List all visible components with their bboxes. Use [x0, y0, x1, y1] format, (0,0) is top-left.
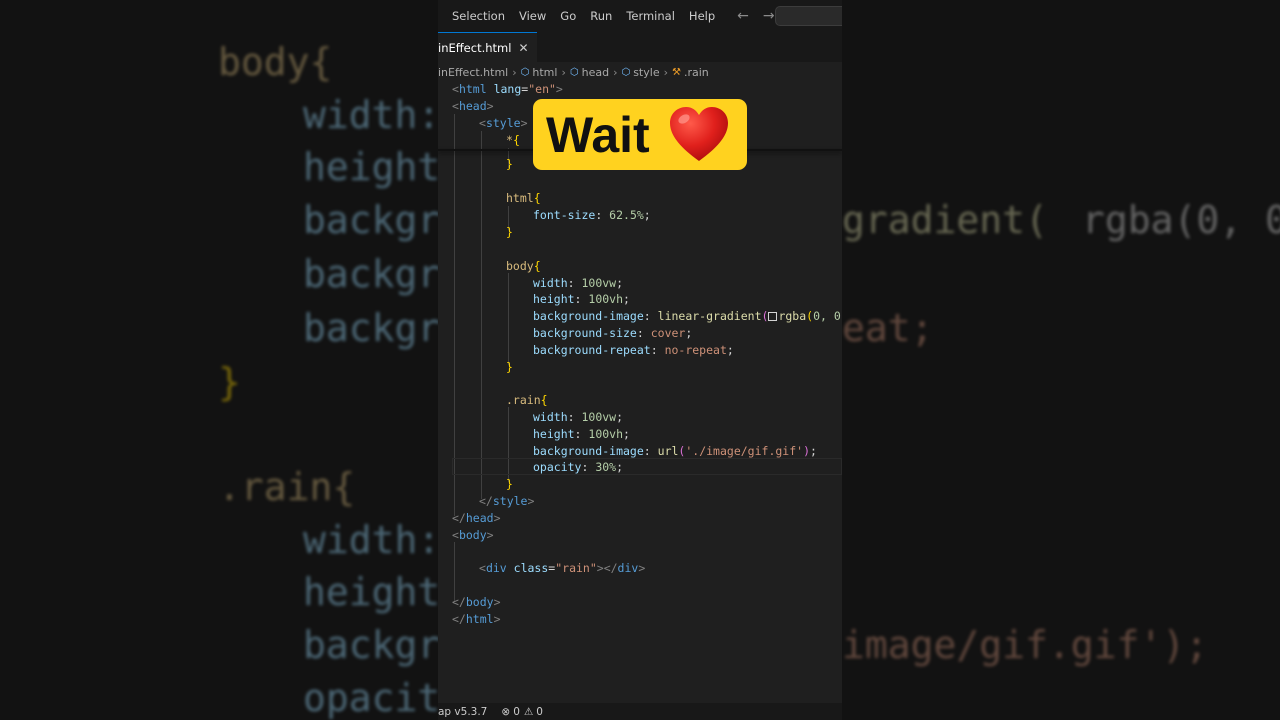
code-line-font-size: font-size: 62.5%; [533, 208, 651, 222]
code-line-head-open: <head> [452, 99, 494, 113]
color-swatch-icon[interactable] [768, 312, 778, 321]
code-line-html-close: </html> [452, 612, 501, 626]
code-line-rain-selector: .rain{ [506, 393, 548, 407]
bg-repeat: eat; [842, 306, 934, 350]
indent-guide [454, 114, 455, 516]
chevron-right-icon: › [561, 65, 566, 79]
menu-bar: Selection View Go Run Terminal Help ← → [438, 0, 842, 32]
breadcrumb-head[interactable]: head [582, 66, 609, 79]
bg-width-2: width: [303, 518, 441, 562]
warning-icon[interactable]: ⚠ [524, 706, 533, 718]
code-line-opacity: opacity: 30%; [533, 460, 624, 474]
tab-label: inEffect.html [438, 41, 512, 55]
chevron-right-icon: › [512, 65, 517, 79]
bg-height-2: height [303, 570, 441, 614]
code-line-head-close: </head> [452, 511, 501, 525]
code-line-background-repeat: background-repeat: no-repeat; [533, 343, 734, 357]
code-line-close-brace: } [506, 477, 513, 491]
menu-go[interactable]: Go [560, 9, 576, 23]
code-line-body-selector: body{ [506, 259, 541, 273]
menu-terminal[interactable]: Terminal [626, 9, 675, 23]
bg-rgba: rgba(0, 0 [1082, 198, 1280, 242]
status-version[interactable]: ap v5.3.7 [438, 706, 487, 718]
selector-icon: ⚒ [672, 66, 681, 78]
breadcrumb-html[interactable]: html [532, 66, 557, 79]
code-line-html-open: <html lang="en"> [452, 82, 563, 96]
code-line-width: width: 100vw; [533, 276, 624, 290]
chevron-right-icon: › [663, 65, 668, 79]
heart-icon [668, 106, 730, 164]
code-line-universal-selector: *{ [506, 133, 520, 147]
bg-gradient: gradient( [842, 198, 1048, 242]
bg-body-selector: body{ [218, 40, 333, 84]
menu-help[interactable]: Help [689, 9, 715, 23]
tab-bar: inEffect.html ✕ [438, 32, 842, 63]
chevron-right-icon: › [613, 65, 618, 79]
bg-rain-selector: .rain{ [218, 465, 356, 509]
code-line-body-open: <body> [452, 528, 494, 542]
code-line-div-rain: <div class="rain"></div> [479, 561, 646, 575]
breadcrumb: inEffect.html › ⬡ html › ⬡ head › ⬡ styl… [438, 63, 842, 81]
code-line-body-close: </body> [452, 595, 501, 609]
tab-raineffect-html[interactable]: inEffect.html ✕ [438, 32, 537, 63]
code-line-background-image: background-image: linear-gradient(rgba(0… [533, 309, 841, 323]
error-count: 0 [513, 705, 520, 718]
code-line-close-brace: } [506, 360, 513, 374]
back-arrow-icon[interactable]: ← [737, 8, 749, 24]
warning-count: 0 [536, 705, 543, 718]
element-icon: ⬡ [621, 66, 631, 78]
code-line-close-brace: } [506, 225, 513, 239]
breadcrumb-rain[interactable]: .rain [684, 66, 709, 79]
error-icon[interactable]: ⊗ [501, 706, 510, 718]
code-line-height: height: 100vh; [533, 292, 630, 306]
code-line-background-size: background-size: cover; [533, 326, 693, 340]
status-bar: ap v5.3.7 ⊗ 0 ⚠ 0 [438, 703, 842, 720]
element-icon: ⬡ [520, 66, 530, 78]
menu-selection[interactable]: Selection [452, 9, 505, 23]
element-icon: ⬡ [569, 66, 579, 78]
breadcrumb-file[interactable]: inEffect.html [438, 66, 508, 79]
code-line-style-open: <style> [479, 116, 528, 130]
code-line-close-brace: } [506, 157, 513, 171]
breadcrumb-style[interactable]: style [633, 66, 659, 79]
current-line-highlight [452, 458, 842, 475]
bg-close-brace: } [218, 360, 241, 404]
menu-run[interactable]: Run [590, 9, 612, 23]
indent-guide [508, 273, 509, 365]
code-line-html-selector: html{ [506, 191, 541, 205]
indent-guide [454, 542, 455, 601]
indent-guide [481, 131, 482, 499]
wait-caption-badge: Wait [533, 99, 747, 170]
wait-caption-text: Wait [546, 106, 650, 163]
bg-url: image/gif.gif'); [842, 623, 1209, 667]
forward-arrow-icon[interactable]: → [763, 8, 775, 24]
code-line-style-close: </style> [479, 494, 535, 508]
bg-height: height [303, 145, 441, 189]
code-line-background-image-url: background-image: url('./image/gif.gif')… [533, 444, 817, 458]
code-line-width: width: 100vw; [533, 410, 624, 424]
code-line-height: height: 100vh; [533, 427, 630, 441]
command-center-search[interactable] [775, 6, 842, 26]
menu-view[interactable]: View [519, 9, 546, 23]
close-icon[interactable]: ✕ [518, 41, 528, 55]
bg-width: width: [303, 93, 441, 137]
